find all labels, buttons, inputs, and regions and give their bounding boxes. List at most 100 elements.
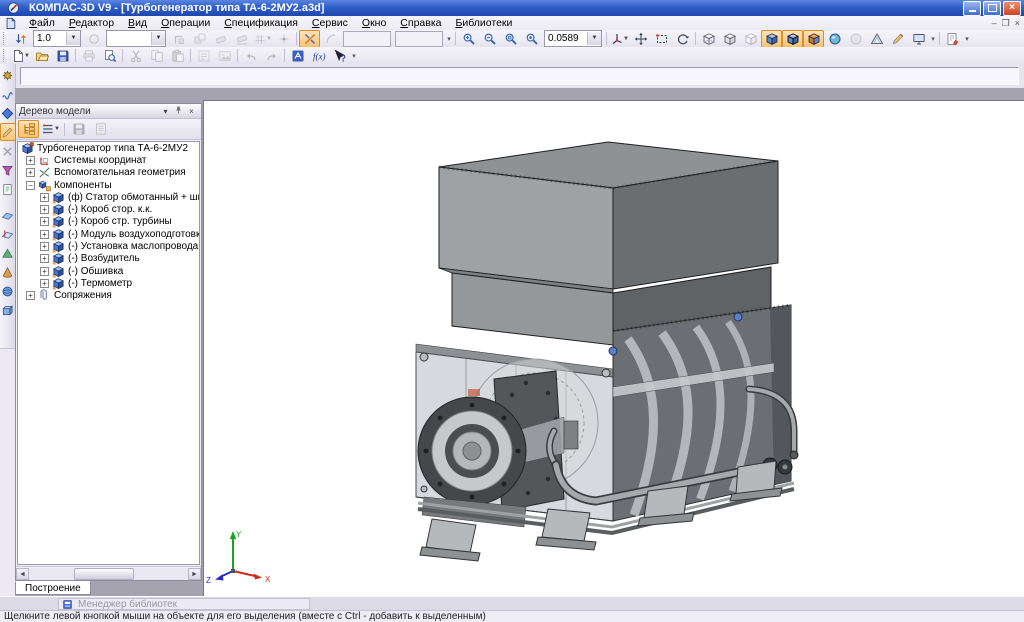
menu-6[interactable]: Окно [355,17,393,29]
panel-pin-icon[interactable] [172,106,185,117]
collapse-toggle[interactable]: − [26,180,35,190]
tree-item[interactable]: + Сопряжения [18,289,199,302]
child-restore-button[interactable]: ❒ [1002,17,1010,29]
expand-toggle[interactable]: + [26,155,35,165]
pan-view-button[interactable] [630,30,651,48]
offset-plane-button[interactable] [0,225,16,243]
scroll-thumb[interactable] [73,567,134,580]
grid-button[interactable]: ▼ [252,30,273,48]
zoom-out-button[interactable] [479,30,500,48]
model-tree-header[interactable]: Дерево модели ▾ × [16,104,201,119]
refresh-image-button[interactable] [908,30,929,48]
paste-button[interactable] [167,47,188,65]
ortho-snap-button[interactable] [299,29,320,48]
tree-item[interactable]: +(ф) Статор обмотанный + шины + ротор [18,191,199,204]
copy-button[interactable] [146,47,167,65]
shading-with-edges-button[interactable] [782,29,803,48]
cut-button[interactable] [125,47,146,65]
current-state-button[interactable] [83,30,104,48]
tree-item[interactable]: + (-) Обшивка [18,265,199,278]
tree-item[interactable]: Турбогенератор типа ТА-6-2МУ2 [18,142,199,154]
save-document-button[interactable] [52,47,73,65]
hidden-lines-removed-button[interactable] [719,30,740,48]
tree-item[interactable]: + (-) Короб стор. к.к. [18,203,199,216]
zoom-frame-button[interactable] [651,30,672,48]
viewport-canvas[interactable]: Y X Z [203,100,1024,602]
minimize-button[interactable] [963,0,981,16]
expand-toggle[interactable]: + [40,229,49,239]
tree-report-button[interactable] [68,120,89,138]
child-minimize-button[interactable]: – [992,17,997,29]
coord-y-field[interactable] [395,30,443,47]
tree-item[interactable]: + (-) Термометр [18,277,199,290]
rounding-button[interactable] [320,30,341,48]
combo-dropdown-icon[interactable]: ▼ [587,32,601,45]
variables-button[interactable] [287,47,308,65]
wireframe-button[interactable] [698,30,719,48]
insert-image-button[interactable] [214,47,235,65]
local-cs-button[interactable] [168,30,189,48]
specification-button[interactable] [0,180,16,198]
tree-item[interactable]: + Вспомогательная геометрия [18,167,199,179]
undo-button[interactable] [240,47,261,65]
toolbar-overflow-icon[interactable]: ▾ [445,35,453,43]
tree-horizontal-scrollbar[interactable]: ◄ ► [16,566,201,580]
zoom-all-button[interactable] [521,30,542,48]
menu-0[interactable]: Файл [22,17,62,29]
perspective-button[interactable] [866,30,887,48]
document-check-button[interactable] [942,30,963,48]
menu-5[interactable]: Сервис [305,17,355,29]
rotate-view-button[interactable] [672,30,693,48]
erase-aux-button[interactable] [210,30,231,48]
layers-button[interactable] [189,30,210,48]
menu-4[interactable]: Спецификация [217,17,305,29]
toolbar-overflow-icon[interactable]: ▾ [350,52,358,60]
panel-close-icon[interactable]: × [185,107,198,116]
sphere-feature-button[interactable] [0,282,16,300]
tree-structure-button[interactable]: ▼ [40,120,61,138]
expand-toggle[interactable]: + [40,205,49,215]
properties-button[interactable] [193,47,214,65]
shading-button[interactable] [761,29,782,48]
scroll-track[interactable] [29,567,188,580]
hidden-lines-thin-button[interactable] [740,30,761,48]
menu-1[interactable]: Редактор [62,17,121,29]
context-help-button[interactable]: ? [329,47,350,65]
close-button[interactable]: × [1003,0,1021,16]
panel-menu-chevron-icon[interactable]: ▾ [159,107,172,116]
sketch-mode-button[interactable] [887,30,908,48]
coord-x-field[interactable] [343,30,391,47]
print-button[interactable] [78,47,99,65]
snap-point-button[interactable] [273,30,294,48]
erase-all-aux-button[interactable] [231,30,252,48]
scroll-left-arrow[interactable]: ◄ [16,567,29,580]
expand-toggle[interactable]: + [40,266,49,276]
new-document-button[interactable]: ▼ [10,47,31,65]
tree-item[interactable]: + (-) Установка маслопровода [18,240,199,253]
open-document-button[interactable] [31,47,52,65]
expand-toggle[interactable]: + [40,278,49,288]
tree-item[interactable]: + (-) Короб стр. турбины [18,216,199,228]
expand-toggle[interactable]: + [40,192,49,202]
combo-dropdown-icon[interactable]: ▼ [66,32,80,45]
tree-item[interactable]: − Компоненты [18,179,199,191]
simplified-off-button[interactable] [845,30,866,48]
boss-feature-button[interactable] [0,301,16,319]
edit-part-button[interactable] [0,66,16,84]
expand-toggle[interactable]: + [40,242,49,252]
combo-dropdown-icon[interactable]: ▼ [151,32,165,45]
extrude-feature-button[interactable] [0,244,16,262]
tab-construction[interactable]: Построение [15,581,91,595]
redo-button[interactable] [261,47,282,65]
tree-item[interactable]: + Системы координат [18,154,199,166]
auxiliary-geometry-button[interactable] [0,123,16,141]
filters-button[interactable] [0,161,16,179]
zoom-in-button[interactable] [458,30,479,48]
orientation-button[interactable]: ▼ [609,30,630,48]
model-turbogenerator[interactable]: Y X Z [204,101,1024,602]
tree-item[interactable]: +(-) Модуль воздухоподготовки и рециркул [18,228,199,241]
toolbar-overflow-icon[interactable]: ▾ [929,35,937,43]
expressions-button[interactable]: f(x) [308,47,329,65]
scale-combo[interactable]: 1.0 ▼ [33,30,81,47]
menu-8[interactable]: Библиотеки [449,17,520,29]
